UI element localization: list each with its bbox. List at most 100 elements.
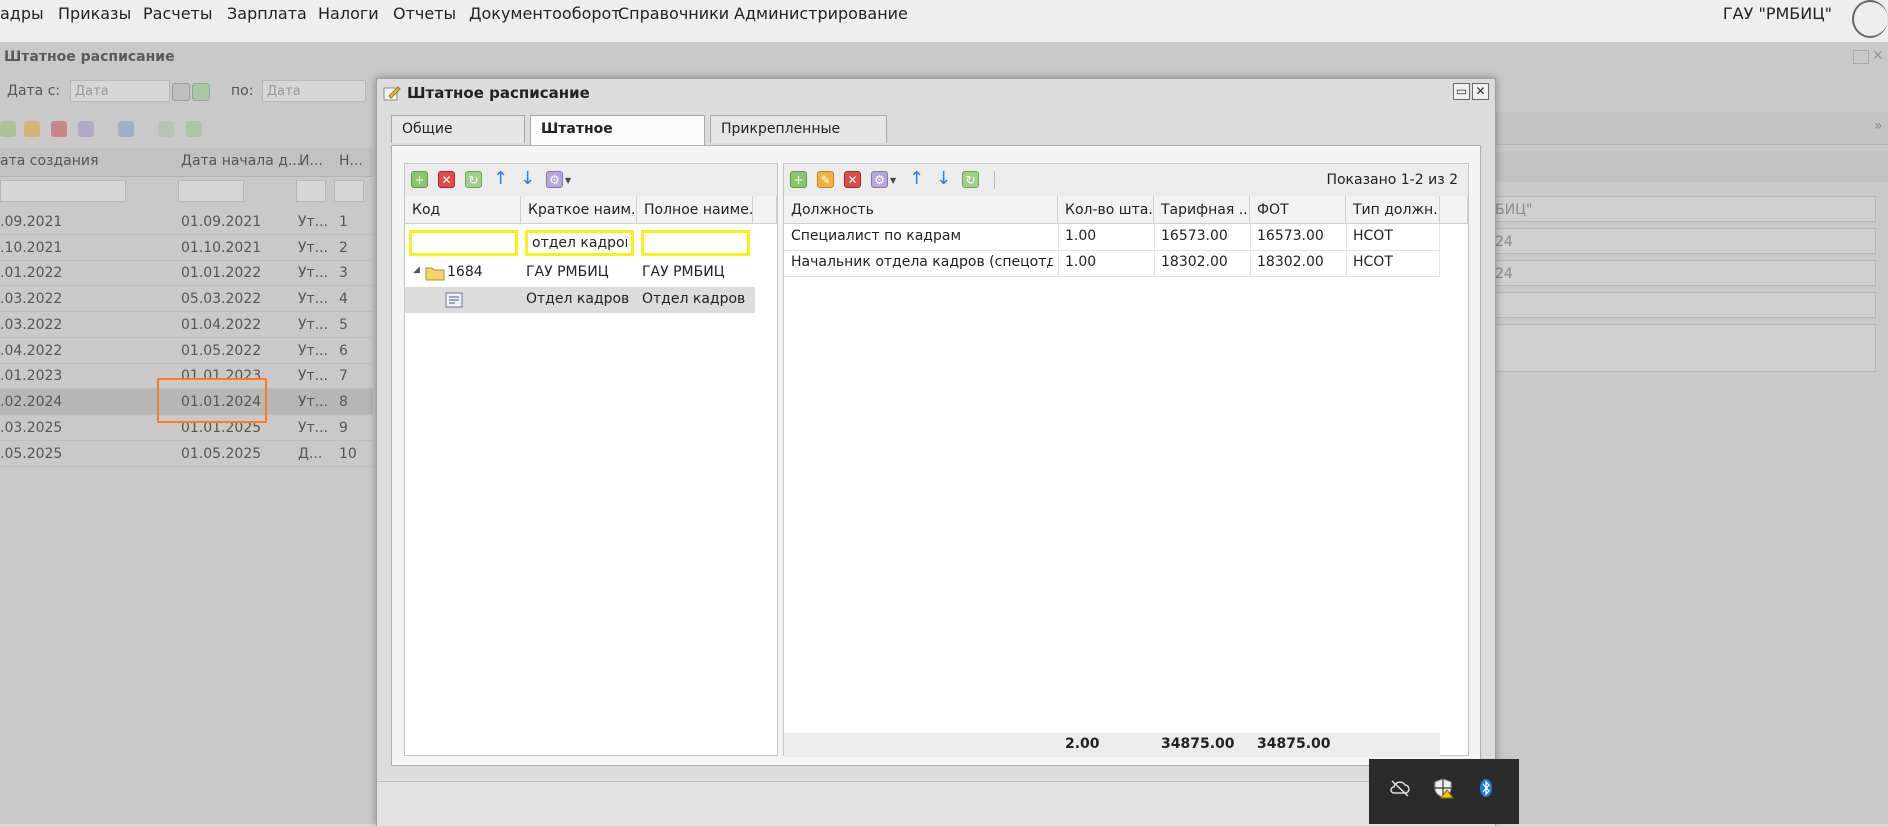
column-tariff[interactable]: Тарифная ... <box>1154 196 1250 224</box>
refresh-icon[interactable]: ↻ <box>465 171 482 188</box>
menu-item-nalogi[interactable]: Налоги <box>318 4 379 23</box>
close-button[interactable]: ✕ <box>1472 83 1489 100</box>
tab-attachments[interactable]: Прикрепленные файлы <box>710 115 887 164</box>
cell-type: НСОТ <box>1353 228 1393 244</box>
arrow-down-icon[interactable]: ↓ <box>935 170 952 188</box>
filter-full-name-input[interactable] <box>641 230 750 256</box>
table-row[interactable]: Специалист по кадрам 1.00 16573.00 16573… <box>784 224 1440 251</box>
chevron-down-icon[interactable]: ▼ <box>565 176 571 185</box>
filter-created[interactable] <box>0 180 126 202</box>
menu-item-prikazy[interactable]: Приказы <box>58 4 131 23</box>
table-row[interactable]: .09.2021 01.09.2021 Ут... 1 <box>0 209 373 235</box>
background-right-header <box>1494 152 1888 182</box>
menu-item-otchety[interactable]: Отчеты <box>393 4 456 23</box>
right-field-org[interactable]: БИЦ" <box>1494 196 1876 222</box>
cell-position: Специалист по кадрам <box>791 228 962 244</box>
arrow-down-icon[interactable]: ↓ <box>519 170 536 188</box>
settings-icon[interactable]: ⚙ <box>871 171 888 188</box>
filter-code-input[interactable] <box>409 230 518 256</box>
export-icon[interactable] <box>158 121 174 137</box>
filter-start-date[interactable] <box>178 180 244 202</box>
add-icon[interactable]: + <box>411 171 428 188</box>
delete-icon[interactable]: ✕ <box>438 171 455 188</box>
arrow-up-icon[interactable]: ↑ <box>908 170 925 188</box>
column-position-type[interactable]: Тип должн... <box>1346 196 1440 224</box>
table-row[interactable]: .01.2022 01.01.2022 Ут... 3 <box>0 260 373 286</box>
table-row[interactable]: Начальник отдела кадров (спецотдела... 1… <box>784 250 1440 277</box>
right-field-note[interactable] <box>1494 324 1876 372</box>
modal-title: Штатное расписание <box>407 84 590 102</box>
column-start-date[interactable]: Дата начала д... <box>181 153 301 169</box>
column-spacer <box>753 196 777 224</box>
shield-warning-icon[interactable] <box>1432 777 1454 799</box>
minimize-icon[interactable] <box>1853 50 1869 64</box>
clock-icon[interactable] <box>1852 0 1888 38</box>
table-row[interactable]: .05.2025 01.05.2025 Д... 10 <box>0 441 373 467</box>
column-number[interactable]: Н... <box>339 153 363 169</box>
tab-general[interactable]: Общие сведения <box>391 115 525 164</box>
menu-item-kadry[interactable]: адры <box>0 4 44 23</box>
department-tree-panel: + ✕ ↻ ↑ ↓ ⚙ ▼ Код Краткое наим... Полное… <box>404 163 778 756</box>
cloud-off-icon[interactable] <box>1389 777 1411 799</box>
edit-icon[interactable] <box>24 121 40 137</box>
add-icon[interactable]: + <box>790 171 807 188</box>
table-row[interactable]: .03.2022 05.03.2022 Ут... 4 <box>0 286 373 312</box>
staffing-modal: Штатное расписание ▭ ✕ Общие сведения Шт… <box>376 78 1496 826</box>
cell-fot: 18302.00 <box>1257 254 1324 270</box>
tree-row[interactable]: ◢ 1684 ГАУ РМБИЦ ГАУ РМБИЦ <box>405 260 755 286</box>
column-code[interactable]: Код <box>405 196 521 224</box>
edit-icon[interactable]: ✎ <box>817 171 834 188</box>
department-icon <box>445 292 463 308</box>
bluetooth-icon[interactable] <box>1475 777 1497 799</box>
column-position[interactable]: Должность <box>784 196 1058 224</box>
settings-icon[interactable]: ⚙ <box>546 171 563 188</box>
date-from-input[interactable]: Дата <box>70 80 170 102</box>
background-grid-header: ата создания Дата начала д... И... Н... <box>0 148 373 177</box>
filter-number[interactable] <box>334 180 364 202</box>
arrow-up-icon[interactable]: ↑ <box>492 170 509 188</box>
delete-icon[interactable]: ✕ <box>844 171 861 188</box>
right-field-date1[interactable]: 24 <box>1494 228 1876 254</box>
close-icon[interactable]: ✕ <box>1872 48 1884 64</box>
background-right-toolbar <box>1494 112 1888 145</box>
menu-item-zarplata[interactable]: Зарплата <box>227 4 307 23</box>
column-full-name[interactable]: Полное наиме... <box>637 196 753 224</box>
table-row[interactable]: .04.2022 01.05.2022 Ут... 6 <box>0 338 373 364</box>
column-count[interactable]: Кол-во шта... <box>1058 196 1154 224</box>
column-fot[interactable]: ФОТ <box>1250 196 1346 224</box>
refresh-icon[interactable] <box>186 121 202 137</box>
column-short-name[interactable]: Краткое наим... <box>521 196 637 224</box>
cell-tariff: 18302.00 <box>1161 254 1228 270</box>
settings-icon[interactable] <box>78 121 94 137</box>
folder-icon <box>425 267 445 281</box>
background-panel-title: Штатное расписание <box>4 49 175 65</box>
column-created[interactable]: ата создания <box>0 153 98 169</box>
tree-code: 1684 <box>447 264 483 280</box>
right-field-date2[interactable]: 24 <box>1494 260 1876 286</box>
date-to-input[interactable]: Дата <box>262 80 366 102</box>
right-field-empty[interactable] <box>1494 292 1876 318</box>
maximize-button[interactable]: ▭ <box>1453 83 1470 100</box>
add-icon[interactable] <box>0 121 16 137</box>
delete-icon[interactable] <box>51 121 67 137</box>
expand-icon[interactable]: » <box>1874 118 1883 134</box>
menu-item-spravochniki[interactable]: Справочники <box>618 4 729 23</box>
print-icon[interactable] <box>118 121 134 137</box>
column-type[interactable]: И... <box>299 153 323 169</box>
filter-type[interactable] <box>296 180 326 202</box>
tab-staffing[interactable]: Штатное расписание <box>530 115 705 164</box>
filter-short-name-input[interactable] <box>525 230 634 256</box>
clear-date-icon[interactable] <box>192 83 210 101</box>
calendar-icon[interactable] <box>172 83 190 101</box>
refresh-icon[interactable]: ↻ <box>962 171 979 188</box>
pencil-icon <box>383 86 401 101</box>
chevron-down-icon[interactable]: ▼ <box>890 176 896 185</box>
menu-item-administrirovanie[interactable]: Администрирование <box>734 4 908 23</box>
table-row[interactable]: .10.2021 01.10.2021 Ут... 2 <box>0 235 373 261</box>
expand-triangle-icon[interactable]: ◢ <box>413 265 420 275</box>
menu-item-raschety[interactable]: Расчеты <box>143 4 213 23</box>
menu-item-dokumentooborot[interactable]: Документооборот <box>469 4 621 23</box>
pagination-info: Показано 1-2 из 2 <box>1326 172 1458 188</box>
table-row[interactable]: .03.2022 01.04.2022 Ут... 5 <box>0 312 373 338</box>
tree-row-selected[interactable]: Отдел кадров Отдел кадров <box>405 287 755 313</box>
